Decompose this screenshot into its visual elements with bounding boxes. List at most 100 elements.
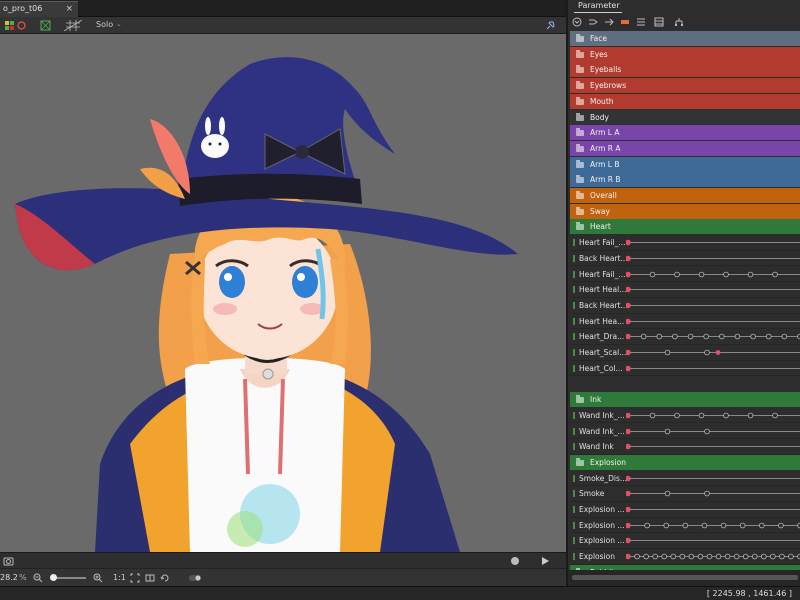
parameter-row[interactable]: Heart_Col...: [570, 360, 800, 377]
parameter-group-arm-r-b[interactable]: Arm R B: [570, 172, 800, 188]
parameter-group-arm-l-a[interactable]: Arm L A: [570, 125, 800, 141]
keyform-point[interactable]: [747, 412, 754, 419]
keyform-point[interactable]: [739, 522, 746, 528]
close-tab-icon[interactable]: ×: [65, 2, 73, 16]
keyform-point[interactable]: [697, 553, 704, 560]
keyform-point[interactable]: [649, 412, 656, 419]
drag-handle-icon[interactable]: [573, 474, 575, 482]
refresh-icon[interactable]: [16, 20, 27, 31]
parameter-slider[interactable]: [626, 298, 800, 313]
solo-dropdown[interactable]: Solo: [96, 20, 113, 29]
drag-handle-icon[interactable]: [573, 490, 575, 498]
parameter-group-eyebrows[interactable]: Eyebrows: [570, 78, 800, 94]
parameter-row[interactable]: Explosion ...: [570, 533, 800, 550]
keyform-point[interactable]: [715, 553, 722, 560]
frame-icon[interactable]: [145, 573, 155, 583]
parameter-group-body[interactable]: Body: [570, 109, 800, 125]
pin-icon[interactable]: [545, 20, 556, 31]
parameter-row[interactable]: Heart Fail_...: [570, 266, 800, 283]
keyform-point[interactable]: [674, 271, 680, 277]
parameter-slider[interactable]: [626, 486, 800, 501]
parameter-row[interactable]: Smoke: [570, 486, 800, 502]
parameter-slider[interactable]: [626, 235, 800, 250]
fit-view-icon[interactable]: [130, 573, 140, 583]
parameter-slider[interactable]: [626, 361, 800, 376]
keyform-point[interactable]: [656, 333, 663, 340]
keyform-point[interactable]: [701, 522, 708, 528]
keyform-point[interactable]: [698, 271, 705, 277]
drag-handle-icon[interactable]: [573, 270, 575, 278]
list-view-icon[interactable]: [636, 17, 646, 27]
keyform-point[interactable]: [706, 553, 713, 560]
toggle-icon[interactable]: [188, 573, 202, 583]
keyform-point[interactable]: [719, 333, 725, 340]
keyform-point[interactable]: [649, 271, 656, 277]
keyform-point[interactable]: [663, 522, 670, 528]
parameter-row[interactable]: Explosion: [570, 549, 800, 565]
keyform-point[interactable]: [626, 333, 631, 340]
keyform-point[interactable]: [758, 522, 765, 528]
parameter-group-face[interactable]: Face: [570, 31, 800, 46]
canvas-viewport[interactable]: [0, 34, 566, 552]
parameter-slider[interactable]: [626, 424, 800, 439]
drag-handle-icon[interactable]: [573, 553, 575, 561]
link-params-icon[interactable]: [588, 17, 598, 27]
keyform-point[interactable]: [734, 333, 741, 340]
keyform-point[interactable]: [626, 522, 631, 528]
keyform-point[interactable]: [664, 349, 671, 356]
zoom-value[interactable]: 28.2: [0, 573, 18, 582]
keyform-point[interactable]: [664, 428, 671, 434]
zoom-in-icon[interactable]: [93, 573, 103, 583]
keyform-point[interactable]: [704, 349, 710, 356]
keyform-point[interactable]: [626, 318, 631, 324]
grid-toggle-icon[interactable]: [64, 20, 82, 31]
parameter-scrollbar[interactable]: [568, 570, 800, 586]
keyform-point[interactable]: [751, 553, 758, 560]
keyform-point[interactable]: [733, 553, 740, 560]
keyform-point[interactable]: [747, 271, 754, 277]
parameter-row[interactable]: Explosion ...: [570, 502, 800, 518]
actual-size-button[interactable]: 1:1: [113, 573, 126, 582]
keyform-point[interactable]: [664, 490, 671, 497]
parameter-slider[interactable]: [626, 533, 800, 548]
parameter-row[interactable]: Back Heart...: [570, 297, 800, 314]
keyform-point[interactable]: [626, 255, 631, 262]
parameter-row[interactable]: Heart_Dra...: [570, 329, 800, 345]
parameter-slider[interactable]: [626, 471, 800, 486]
keyform-point[interactable]: [724, 553, 731, 560]
keyform-point[interactable]: [778, 522, 784, 528]
keyform-point[interactable]: [626, 506, 631, 513]
keyform-point[interactable]: [626, 412, 631, 419]
parameter-slider[interactable]: [626, 502, 800, 517]
current-value-marker[interactable]: [715, 350, 721, 355]
parameter-slider[interactable]: [626, 267, 800, 282]
keyform-point[interactable]: [626, 475, 631, 481]
keyform-point[interactable]: [772, 412, 778, 419]
drag-handle-icon[interactable]: [573, 537, 575, 545]
keyform-point[interactable]: [626, 286, 631, 293]
keyform-point[interactable]: [720, 522, 727, 528]
parameter-row[interactable]: Heart Hea...: [570, 313, 800, 330]
parameter-group-mouth[interactable]: Mouth: [570, 93, 800, 109]
keyform-point[interactable]: [626, 443, 631, 450]
keyform-point[interactable]: [750, 333, 756, 340]
keyform-point[interactable]: [626, 428, 631, 434]
parameter-slider[interactable]: [626, 408, 800, 423]
parameter-row[interactable]: Explosion ...: [570, 517, 800, 534]
drag-handle-icon[interactable]: [573, 411, 575, 419]
parameter-row[interactable]: Wand Ink_...: [570, 423, 800, 440]
keyform-point[interactable]: [704, 428, 710, 434]
drag-handle-icon[interactable]: [573, 521, 575, 529]
keyform-point[interactable]: [723, 412, 729, 419]
parameter-row[interactable]: Heart Heal...: [570, 282, 800, 298]
record-icon[interactable]: [510, 556, 520, 566]
keyform-point[interactable]: [723, 271, 729, 277]
rotate-icon[interactable]: [160, 573, 170, 583]
keyform-point[interactable]: [687, 333, 694, 340]
parameter-slider[interactable]: [626, 345, 800, 360]
keyform-point[interactable]: [674, 412, 680, 419]
keyform-point[interactable]: [652, 553, 658, 560]
keyform-point[interactable]: [698, 412, 705, 419]
chevron-down-icon[interactable]: ⌄: [116, 20, 122, 28]
settings-tree-icon[interactable]: [674, 17, 684, 27]
